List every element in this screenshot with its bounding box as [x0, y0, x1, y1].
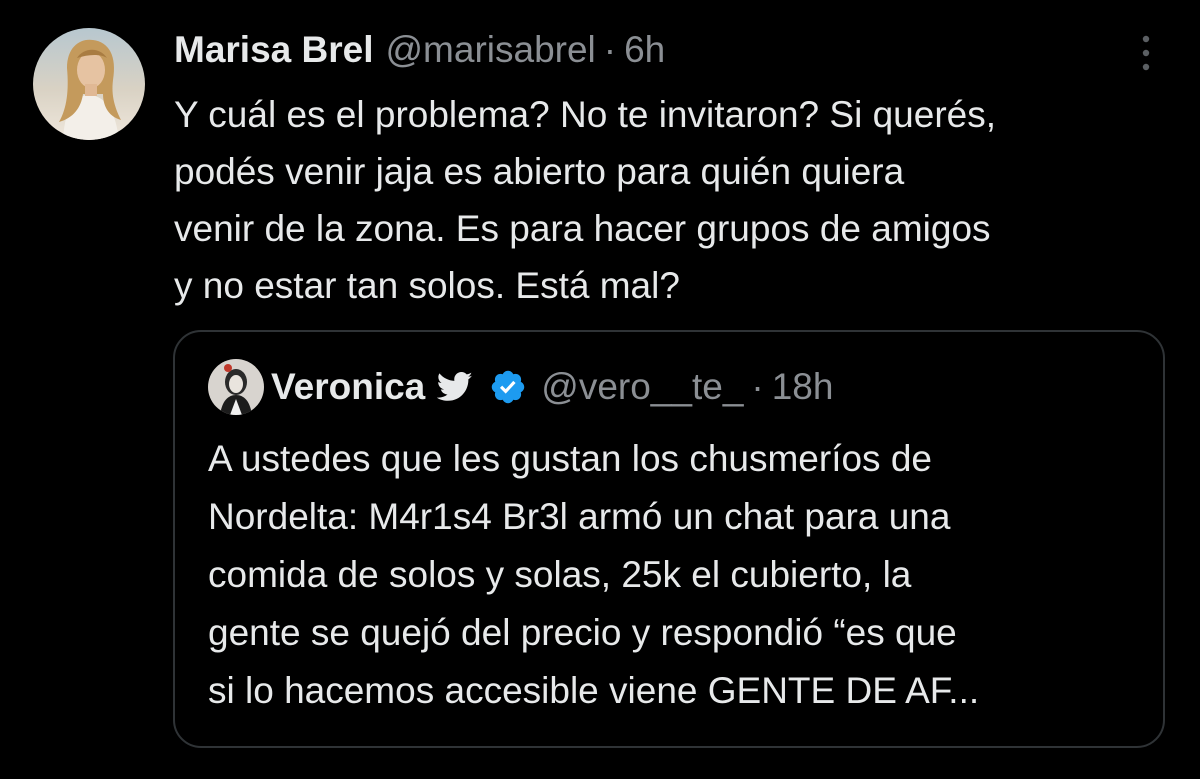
quoted-tweet-timestamp[interactable]: 18h: [772, 366, 834, 408]
tweet-header: Marisa Brel @marisabrel · 6h: [174, 22, 665, 78]
quoted-author-avatar[interactable]: [208, 359, 264, 415]
tweet-timestamp[interactable]: 6h: [624, 29, 665, 71]
more-options-button[interactable]: [1128, 30, 1164, 76]
tweet[interactable]: Marisa Brel @marisabrel · 6h Y cuál es e…: [0, 0, 1200, 779]
quoted-tweet-card[interactable]: Veronica @vero__te_ · 18h A ustedes que …: [173, 330, 1165, 748]
more-vertical-icon: [1128, 30, 1164, 76]
author-avatar[interactable]: [33, 28, 145, 140]
tweet-text: Y cuál es el problema? No te invitaron? …: [174, 94, 997, 306]
quoted-tweet-header: Veronica @vero__te_ · 18h: [271, 357, 833, 417]
quoted-author-name[interactable]: Veronica: [271, 366, 425, 408]
author-name[interactable]: Marisa Brel: [174, 29, 374, 71]
separator-dot: ·: [751, 366, 764, 407]
author-handle[interactable]: @marisabrel: [386, 29, 596, 71]
verified-badge-icon: [489, 368, 527, 406]
quoted-tweet-text: A ustedes que les gustan los chusmeríos …: [208, 438, 980, 711]
quoted-author-handle[interactable]: @vero__te_: [541, 366, 743, 408]
separator-dot: ·: [603, 29, 617, 70]
twitter-bird-icon: [437, 372, 473, 402]
